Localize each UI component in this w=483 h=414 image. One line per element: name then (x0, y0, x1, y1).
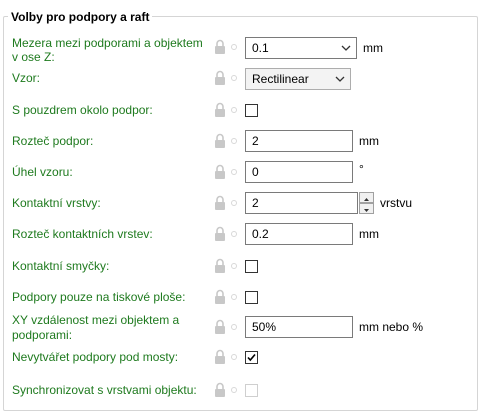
with-sheath-label: S pouzdrem okolo podpor: (12, 103, 153, 117)
dont-bridge-label: Nevytvářet podpory pod mosty: (12, 350, 179, 364)
lock-icon[interactable] (214, 133, 226, 149)
spacing-input[interactable]: 2 (245, 130, 353, 152)
dot-icon (231, 44, 237, 50)
dot-icon (231, 75, 237, 81)
dot-icon (231, 324, 237, 330)
chevron-down-icon (364, 209, 369, 212)
lock-icon[interactable] (214, 70, 226, 86)
lock-icon[interactable] (214, 164, 226, 180)
contact-distance-select[interactable]: 0.1 (245, 37, 357, 59)
spin-up-button[interactable] (359, 192, 374, 203)
lock-icon[interactable] (214, 319, 226, 335)
angle-input[interactable]: 0 (245, 161, 353, 183)
interface-layers-spin (359, 192, 374, 214)
synchronize-checkbox[interactable] (245, 384, 258, 397)
dot-icon (231, 294, 237, 300)
angle-label: Úhel vzoru: (12, 165, 73, 179)
lock-icon[interactable] (214, 102, 226, 118)
spacing-label: Rozteč podpor: (12, 134, 94, 148)
xy-distance-input[interactable]: 50% (245, 316, 353, 338)
dot-icon (231, 263, 237, 269)
spin-down-button[interactable] (359, 203, 374, 214)
lock-icon[interactable] (214, 289, 226, 305)
dot-icon (231, 354, 237, 360)
dot-icon (231, 200, 237, 206)
checkmark-icon (247, 353, 256, 362)
contact-distance-value: 0.1 (252, 41, 269, 55)
chevron-down-icon (341, 45, 351, 51)
interface-loops-checkbox[interactable] (245, 260, 258, 273)
pattern-label: Vzor: (12, 71, 41, 85)
pattern-value: Rectilinear (252, 72, 309, 86)
interface-loops-label: Kontaktní smyčky: (12, 259, 110, 273)
dot-icon (231, 138, 237, 144)
dot-icon (231, 387, 237, 393)
interface-spacing-input[interactable]: 0.2 (245, 223, 353, 245)
section-title: Volby pro podpory a raft (8, 10, 153, 24)
buildplate-only-checkbox[interactable] (245, 291, 258, 304)
synchronize-label: Synchronizovat s vrstvami objektu: (12, 383, 197, 397)
spacing-unit: mm (359, 134, 379, 148)
dot-icon (231, 169, 237, 175)
interface-layers-unit: vrstvu (380, 196, 413, 210)
interface-spacing-unit: mm (359, 227, 379, 241)
dot-icon (231, 107, 237, 113)
lock-icon[interactable] (214, 39, 226, 55)
pattern-select[interactable]: Rectilinear (245, 68, 351, 90)
interface-layers-label: Kontaktní vrstvy: (12, 196, 101, 210)
lock-icon[interactable] (214, 382, 226, 398)
chevron-down-icon (335, 76, 345, 82)
buildplate-only-label: Podpory pouze na tiskové ploše: (12, 290, 186, 304)
angle-unit: ° (359, 162, 364, 176)
interface-layers-input[interactable]: 2 (245, 192, 358, 214)
lock-icon[interactable] (214, 226, 226, 242)
xy-distance-unit: mm nebo % (359, 320, 424, 334)
dont-bridge-checkbox[interactable] (245, 351, 258, 364)
dot-icon (231, 231, 237, 237)
lock-icon[interactable] (214, 258, 226, 274)
contact-distance-unit: mm (363, 41, 383, 55)
lock-icon[interactable] (214, 195, 226, 211)
with-sheath-checkbox[interactable] (245, 104, 258, 117)
lock-icon[interactable] (214, 349, 226, 365)
xy-distance-label: XY vzdálenost mezi objektem a podporami: (12, 313, 180, 342)
contact-distance-label: Mezera mezi podporami a objektem v ose Z… (12, 36, 203, 64)
interface-spacing-label: Rozteč kontaktních vrstev: (12, 227, 153, 241)
